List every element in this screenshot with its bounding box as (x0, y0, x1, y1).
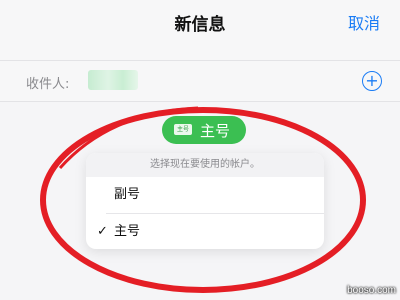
watermark: booso.com (347, 285, 396, 296)
red-annotation-ellipse (40, 106, 366, 293)
